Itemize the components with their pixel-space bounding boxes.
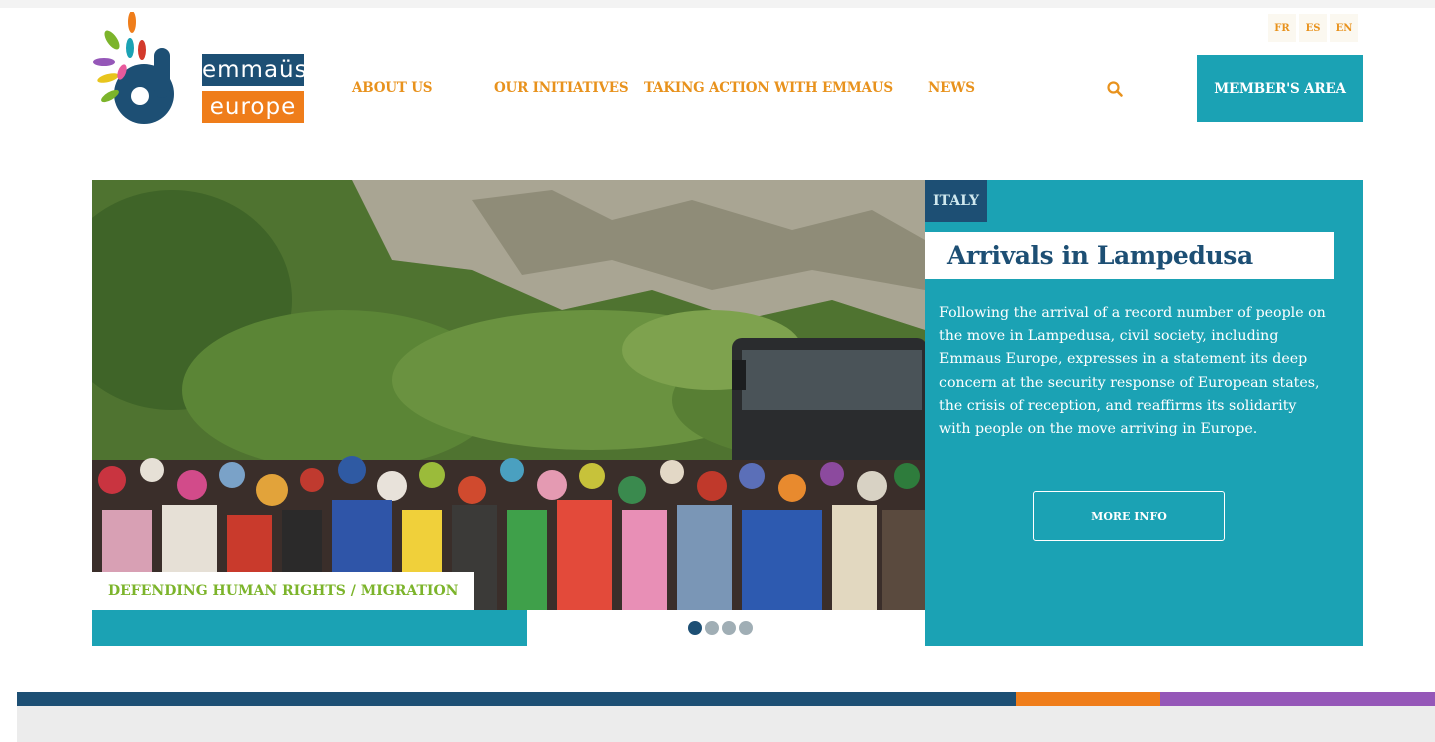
slide-description: Following the arrival of a record number… <box>939 305 1326 438</box>
slider-accent-strip <box>92 610 527 646</box>
lang-fr[interactable]: FR <box>1268 14 1296 42</box>
slide-country-tag: ITALY <box>925 180 988 222</box>
lang-es[interactable]: ES <box>1299 14 1327 42</box>
members-area-button[interactable]: MEMBER'S AREA <box>1197 55 1363 122</box>
hero-slider: DEFENDING HUMAN RIGHTS / MIGRATION ITALY… <box>92 180 1363 646</box>
search-icon[interactable] <box>1106 80 1124 98</box>
slider-dot-1[interactable] <box>688 621 702 635</box>
lang-en[interactable]: EN <box>1330 14 1358 42</box>
slide-category-link[interactable]: DEFENDING HUMAN RIGHTS / MIGRATION <box>92 572 475 610</box>
logo-text-europe: europe <box>202 91 304 123</box>
slide-photo <box>92 180 925 610</box>
logo-hand-icon <box>93 11 174 124</box>
nav-our-initiatives[interactable]: OUR INITIATIVES <box>494 80 629 96</box>
nav-news[interactable]: NEWS <box>928 80 975 96</box>
slider-dot-4[interactable] <box>739 621 753 635</box>
footer-band-purple <box>1160 692 1435 706</box>
slider-dot-3[interactable] <box>722 621 736 635</box>
slider-pagination <box>688 621 756 635</box>
slide-title-box: Arrivals in Lampedusa <box>925 232 1334 279</box>
slide-title[interactable]: Arrivals in Lampedusa <box>947 232 1253 279</box>
slide-info-panel: ITALY Arrivals in Lampedusa Following th… <box>925 180 1363 646</box>
slider-dot-2[interactable] <box>705 621 719 635</box>
footer-grey-area <box>17 706 1435 742</box>
top-border <box>0 0 1435 8</box>
logo-text-emmaus: emmaüs <box>202 54 307 86</box>
footer-band-blue <box>17 692 1017 706</box>
language-switcher: FR ES EN <box>1268 14 1361 42</box>
emmaus-europe-logo[interactable]: emmaüs europe <box>92 11 307 134</box>
more-info-button[interactable]: MORE INFO <box>1033 491 1225 541</box>
nav-about-us[interactable]: ABOUT US <box>352 80 433 96</box>
nav-taking-action[interactable]: TAKING ACTION WITH EMMAUS <box>644 80 893 96</box>
